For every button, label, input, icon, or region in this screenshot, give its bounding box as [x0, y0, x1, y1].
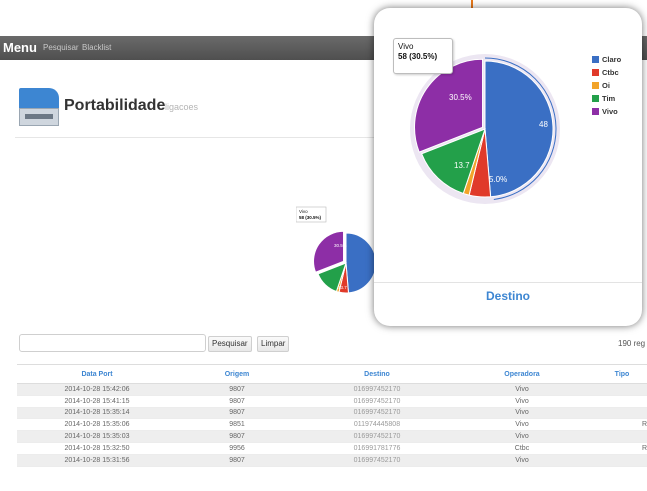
col-header-data-port[interactable]: Data Port	[17, 364, 177, 384]
cell-destino: 016997452170	[297, 383, 457, 396]
pie-label-tim: 13.7	[454, 161, 470, 170]
cell-origem: 9807	[177, 454, 297, 467]
cell-operadora: Vivo	[457, 430, 587, 443]
results-table: Data Port Origem Destino Operadora Tipo …	[17, 364, 647, 467]
small-pie-chart[interactable]: Vivo 58 (30.5%) 30.5% 13.7 5.0	[296, 205, 386, 305]
cell-tipo: 1	[587, 407, 647, 420]
cell-tipo: Re	[587, 418, 647, 432]
cell-operadora: Vivo	[457, 454, 587, 467]
tooltip-series: Vivo	[398, 42, 414, 51]
col-header-destino[interactable]: Destino	[297, 364, 457, 384]
pie-label-ctbc: 5.0%	[489, 175, 507, 184]
table-header-row: Data Port Origem Destino Operadora Tipo	[17, 364, 647, 384]
cell-origem: 9807	[177, 407, 297, 420]
cell-data-port: 2014-10-28 15:35:03	[17, 430, 177, 443]
cell-destino: 011974445808	[297, 418, 457, 432]
cell-origem: 9851	[177, 418, 297, 432]
cell-data-port: 2014-10-28 15:31:56	[17, 454, 177, 467]
cell-data-port: 2014-10-28 15:35:14	[17, 407, 177, 420]
cell-tipo: 1	[587, 430, 647, 443]
table-row[interactable]: 2014-10-28 15:42:06 9807 016997452170 Vi…	[17, 383, 647, 396]
pie-label-claro: 48	[539, 120, 548, 129]
table-row[interactable]: 2014-10-28 15:41:15 9807 016997452170 Vi…	[17, 395, 647, 408]
cell-data-port: 2014-10-28 15:35:06	[17, 418, 177, 432]
small-tooltip-series: Vivo	[299, 209, 308, 214]
nav-link-blacklist[interactable]: Blacklist	[82, 43, 111, 52]
cell-origem: 9807	[177, 430, 297, 443]
cell-origem: 9807	[177, 383, 297, 396]
search-button[interactable]: Pesquisar	[208, 336, 252, 352]
tooltip-value: 58 (30.5%)	[398, 52, 438, 61]
cell-operadora: Vivo	[457, 383, 587, 396]
table-row[interactable]: 2014-10-28 15:35:03 9807 016997452170 Vi…	[17, 430, 647, 443]
pie-label-vivo: 30.5%	[449, 93, 472, 102]
table-row[interactable]: 2014-10-28 15:31:56 9807 016997452170 Vi…	[17, 454, 647, 467]
small-label-vivo: 30.5%	[334, 243, 347, 248]
cell-operadora: Vivo	[457, 407, 587, 420]
cell-destino: 016991781776	[297, 442, 457, 455]
small-pie-slice-claro[interactable]	[345, 232, 377, 294]
nav-brand[interactable]: Menu	[3, 40, 37, 55]
record-count: 190 reg	[618, 339, 646, 348]
col-header-operadora[interactable]: Operadora	[457, 364, 587, 384]
cell-tipo: Re	[587, 442, 647, 455]
cell-destino: 016997452170	[297, 395, 457, 408]
cell-origem: 9807	[177, 395, 297, 408]
clear-button[interactable]: Limpar	[257, 336, 290, 352]
small-tooltip-value: 58 (30.5%)	[299, 215, 322, 220]
cell-tipo: 1	[587, 383, 647, 396]
cell-operadora: Ctbc	[457, 442, 587, 455]
cell-data-port: 2014-10-28 15:41:15	[17, 395, 177, 408]
cell-operadora: Vivo	[457, 395, 587, 408]
popup-divider	[374, 282, 642, 283]
cell-tipo: 1	[587, 395, 647, 408]
search-input[interactable]	[19, 334, 206, 352]
cell-destino: 016997452170	[297, 430, 457, 443]
chart-zoom-popup: 30.5% 13.7 5.0% 48 Vivo 58 (30.5%) Claro…	[374, 8, 642, 326]
chart-title: Destino	[485, 289, 530, 303]
cell-destino: 016997452170	[297, 407, 457, 420]
col-header-tipo[interactable]: Tipo	[587, 364, 647, 384]
chart-tooltip: Vivo 58 (30.5%)	[393, 38, 453, 74]
cell-destino: 016997452170	[297, 454, 457, 467]
small-label-ctbc: 5.0	[360, 293, 367, 298]
page-title: Portabilidade	[64, 97, 166, 114]
cell-tipo: 1	[587, 454, 647, 467]
cell-operadora: Vivo	[457, 418, 587, 432]
header-divider	[15, 137, 375, 138]
cell-data-port: 2014-10-28 15:42:06	[17, 383, 177, 396]
cell-origem: 9956	[177, 442, 297, 455]
page-subtitle: ligacoes	[165, 102, 199, 112]
app-folder-icon	[19, 88, 59, 126]
col-header-origem[interactable]: Origem	[177, 364, 297, 384]
cell-data-port: 2014-10-28 15:32:50	[17, 442, 177, 455]
small-label-tim: 13.7	[338, 285, 347, 290]
table-row[interactable]: 2014-10-28 15:32:50 9956 016991781776 Ct…	[17, 442, 647, 455]
nav-link-pesquisar[interactable]: Pesquisar	[43, 43, 79, 52]
table-row[interactable]: 2014-10-28 15:35:14 9807 016997452170 Vi…	[17, 407, 647, 420]
table-row[interactable]: 2014-10-28 15:35:06 9851 011974445808 Vi…	[17, 418, 647, 432]
